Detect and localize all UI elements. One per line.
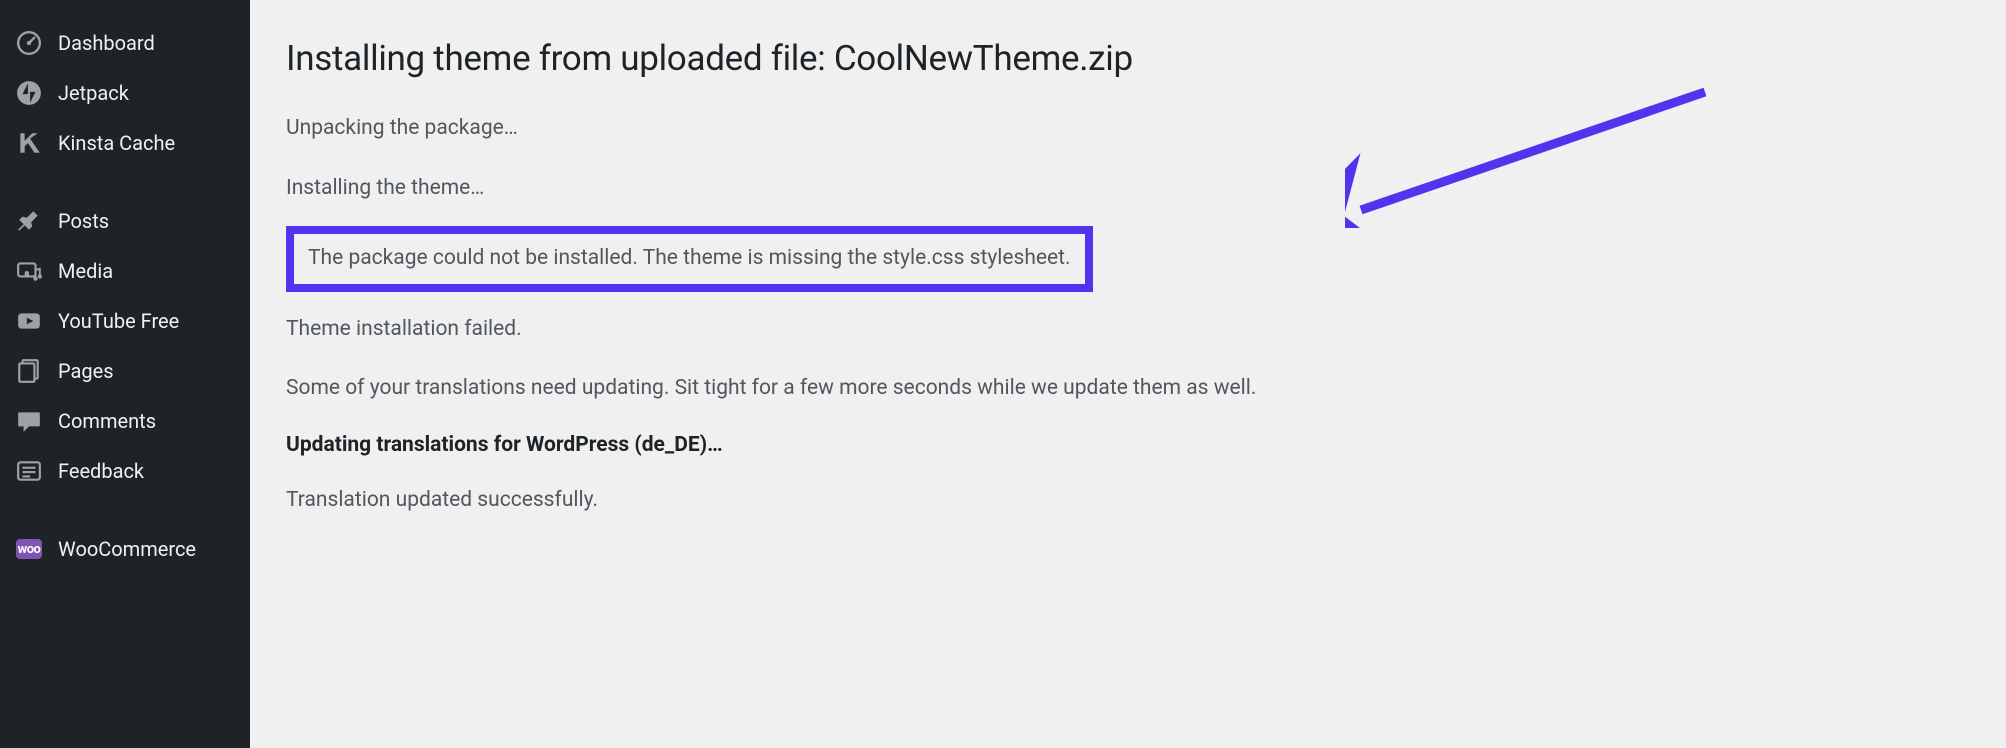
annotation-arrow: [1345, 88, 1715, 228]
jetpack-icon: [16, 80, 42, 106]
sidebar-item-label: Kinsta Cache: [58, 131, 175, 155]
sidebar-item-label: Posts: [58, 209, 109, 233]
sidebar-item-pages[interactable]: Pages: [0, 346, 250, 396]
status-error-missing-stylesheet: The package could not be installed. The …: [308, 243, 1071, 275]
woo-icon: woo: [16, 536, 42, 562]
sidebar-item-dashboard[interactable]: Dashboard: [0, 18, 250, 68]
sidebar-item-youtube-free[interactable]: YouTube Free: [0, 296, 250, 346]
sidebar-item-media[interactable]: Media: [0, 246, 250, 296]
admin-sidebar: Dashboard Jetpack Kinsta Cache Posts Med…: [0, 0, 250, 748]
error-highlight-box: The package could not be installed. The …: [286, 226, 1093, 292]
status-unpacking: Unpacking the package…: [286, 113, 1970, 145]
sidebar-separator: [0, 496, 250, 524]
comments-icon: [16, 408, 42, 434]
dashboard-icon: [16, 30, 42, 56]
pages-icon: [16, 358, 42, 384]
status-translations-heading: Updating translations for WordPress (de_…: [286, 433, 1970, 457]
status-install-failed: Theme installation failed.: [286, 314, 1970, 346]
sidebar-item-label: Feedback: [58, 459, 144, 483]
media-icon: [16, 258, 42, 284]
sidebar-item-jetpack[interactable]: Jetpack: [0, 68, 250, 118]
sidebar-item-posts[interactable]: Posts: [0, 196, 250, 246]
sidebar-item-woocommerce[interactable]: woo WooCommerce: [0, 524, 250, 574]
status-translations-updating: Some of your translations need updating.…: [286, 373, 1970, 405]
sidebar-item-label: Comments: [58, 409, 156, 433]
sidebar-item-comments[interactable]: Comments: [0, 396, 250, 446]
page-title: Installing theme from uploaded file: Coo…: [286, 38, 1970, 79]
sidebar-item-label: Media: [58, 259, 113, 283]
sidebar-item-label: WooCommerce: [58, 537, 196, 561]
status-installing: Installing the theme…: [286, 173, 1970, 205]
sidebar-separator: [0, 168, 250, 196]
sidebar-item-kinsta-cache[interactable]: Kinsta Cache: [0, 118, 250, 168]
sidebar-item-label: Pages: [58, 359, 114, 383]
play-icon: [16, 308, 42, 334]
feedback-icon: [16, 458, 42, 484]
main-content: Installing theme from uploaded file: Coo…: [250, 0, 2006, 748]
sidebar-item-label: Jetpack: [58, 81, 129, 105]
sidebar-item-label: Dashboard: [58, 31, 155, 55]
status-translations-success: Translation updated successfully.: [286, 485, 1970, 517]
kinsta-icon: [16, 130, 42, 156]
sidebar-item-feedback[interactable]: Feedback: [0, 446, 250, 496]
pin-icon: [16, 208, 42, 234]
sidebar-item-label: YouTube Free: [58, 309, 179, 333]
